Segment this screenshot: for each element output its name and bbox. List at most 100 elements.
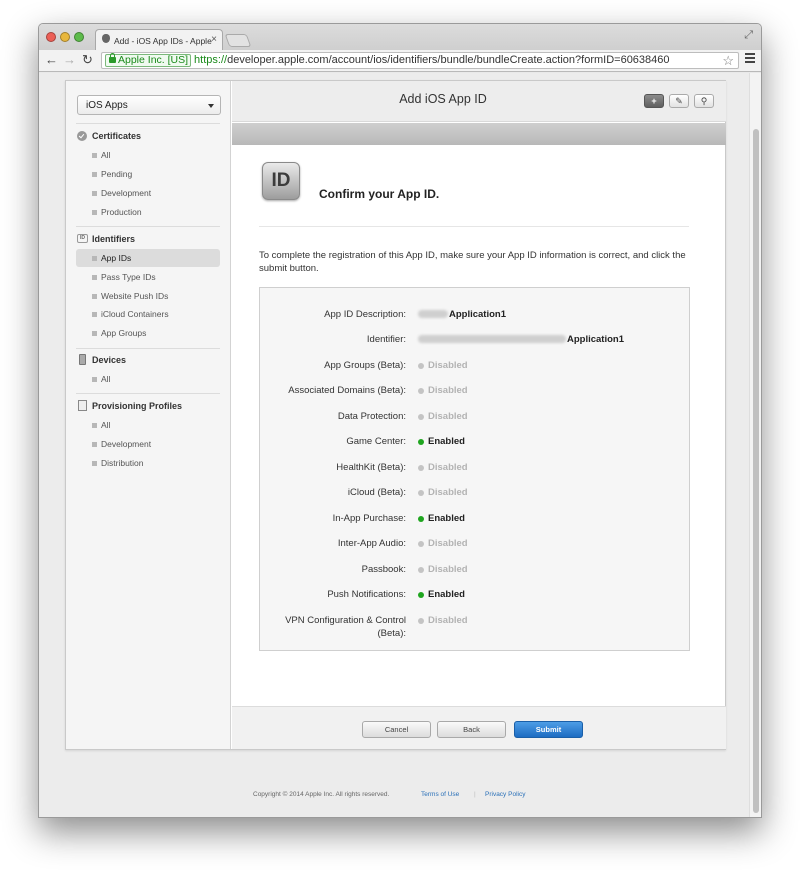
sidebar-header-devices: Devices [77, 354, 126, 366]
edit-button[interactable]: ✎ [669, 94, 689, 108]
url-text: developer.apple.com/account/ios/identifi… [227, 54, 670, 66]
page-viewport: iOS Apps Certificates All Pending Develo… [39, 73, 761, 817]
bullet-icon [92, 153, 97, 158]
description-value: Application1 [418, 309, 506, 320]
service-label-associated-domains: Associated Domains (Beta): [288, 385, 406, 396]
service-status-vpn: Disabled [418, 615, 468, 626]
sidebar-item-profiles-development[interactable]: Development [76, 435, 220, 453]
divider [259, 226, 689, 227]
submit-button[interactable]: Submit [514, 721, 583, 738]
service-status-in-app-purchase: Enabled [418, 513, 465, 524]
back-button[interactable]: Back [437, 721, 506, 738]
back-arrow-icon[interactable]: ← [45, 52, 58, 68]
description-label: App ID Description: [324, 309, 406, 320]
instructions-text: To complete the registration of this App… [259, 250, 686, 274]
minimize-window-icon[interactable] [60, 32, 70, 42]
reload-icon[interactable]: ↻ [82, 52, 93, 68]
pencil-icon: ✎ [675, 96, 683, 106]
status-dot-icon [418, 618, 424, 624]
privacy-policy-link[interactable]: Privacy Policy [485, 791, 525, 798]
lock-icon [109, 53, 116, 63]
sidebar-item-website-push-ids[interactable]: Website Push IDs [76, 287, 220, 305]
service-status-game-center: Enabled [418, 436, 465, 447]
service-status-app-groups: Disabled [418, 360, 468, 371]
sidebar: iOS Apps Certificates All Pending Develo… [66, 81, 231, 749]
sidebar-item-certificates-all[interactable]: All [76, 146, 220, 164]
service-label-icloud: iCloud (Beta): [347, 487, 406, 498]
browser-tab[interactable]: Add - iOS App IDs - Apple × [95, 29, 223, 51]
app-id-details-panel: App ID Description: Application1 Identif… [259, 287, 690, 651]
vertical-scrollbar[interactable] [749, 73, 761, 817]
terms-of-use-link[interactable]: Terms of Use [421, 791, 459, 798]
sidebar-header-provisioning-profiles: Provisioning Profiles [77, 400, 182, 412]
sidebar-divider [76, 123, 220, 124]
service-label-game-center: Game Center: [346, 436, 406, 447]
redacted-text [418, 310, 448, 319]
hamburger-menu-icon[interactable] [745, 53, 755, 63]
status-dot-icon [418, 388, 424, 394]
service-status-associated-domains: Disabled [418, 385, 468, 396]
bullet-icon [92, 331, 97, 336]
action-bar: Cancel Back Submit [232, 706, 726, 749]
bullet-icon [92, 461, 97, 466]
identifier-label: Identifier: [366, 334, 406, 345]
service-label-passbook: Passbook: [361, 564, 406, 575]
service-label-app-groups: App Groups (Beta): [324, 360, 406, 371]
status-dot-icon [418, 567, 424, 573]
footer-separator: | [474, 791, 476, 798]
ev-certificate-badge[interactable]: Apple Inc. [US] [105, 53, 192, 67]
service-status-data-protection: Disabled [418, 411, 468, 422]
ev-label: Apple Inc. [US] [118, 54, 189, 66]
header-band [232, 123, 726, 145]
close-window-icon[interactable] [46, 32, 56, 42]
url-protocol: https:// [194, 54, 228, 66]
sidebar-item-certificates-development[interactable]: Development [76, 184, 220, 202]
service-label-healthkit: HealthKit (Beta): [336, 462, 406, 473]
cancel-button[interactable]: Cancel [362, 721, 431, 738]
tab-close-icon[interactable]: × [211, 34, 217, 45]
status-dot-icon [418, 414, 424, 420]
sidebar-item-app-ids[interactable]: App IDs [76, 249, 220, 267]
search-button[interactable]: ⚲ [694, 94, 714, 108]
new-tab-button[interactable] [224, 34, 252, 47]
platform-select-value: iOS Apps [86, 100, 128, 111]
app-id-badge-icon: ID [262, 162, 300, 200]
sidebar-item-pending[interactable]: Pending [76, 165, 220, 183]
service-label-push-notifications: Push Notifications: [327, 589, 406, 600]
service-status-inter-app-audio: Disabled [418, 538, 468, 549]
tab-strip: Add - iOS App IDs - Apple × ⤢ [39, 24, 761, 51]
sidebar-item-icloud-containers[interactable]: iCloud Containers [76, 305, 220, 323]
browser-window: Add - iOS App IDs - Apple × ⤢ ← → ↻ Appl… [38, 23, 762, 818]
scrollbar-thumb[interactable] [753, 129, 759, 813]
fullscreen-icon[interactable]: ⤢ [744, 29, 753, 42]
document-icon [78, 400, 87, 411]
status-dot-icon [418, 541, 424, 547]
bullet-icon [92, 210, 97, 215]
forward-arrow-icon[interactable]: → [63, 52, 76, 68]
status-dot-icon [418, 516, 424, 522]
status-dot-icon [418, 465, 424, 471]
bullet-icon [92, 191, 97, 196]
sidebar-item-distribution[interactable]: Distribution [76, 454, 220, 472]
add-button[interactable]: + [644, 94, 664, 108]
redacted-text [418, 335, 566, 344]
status-dot-icon [418, 490, 424, 496]
status-dot-icon [418, 363, 424, 369]
sidebar-item-app-groups[interactable]: App Groups [76, 324, 220, 342]
plus-icon: + [651, 96, 657, 106]
sidebar-item-profiles-all[interactable]: All [76, 416, 220, 434]
service-status-passbook: Disabled [418, 564, 468, 575]
platform-select[interactable]: iOS Apps [77, 95, 221, 115]
sidebar-item-devices-all[interactable]: All [76, 370, 220, 388]
bullet-icon [92, 275, 97, 280]
bookmark-star-icon[interactable]: ☆ [722, 53, 734, 68]
sidebar-item-production[interactable]: Production [76, 203, 220, 221]
bullet-icon [92, 423, 97, 428]
service-status-healthkit: Disabled [418, 462, 468, 473]
address-bar[interactable]: Apple Inc. [US] https://developer.apple.c… [101, 52, 739, 69]
tab-title: Add - iOS App IDs - Apple [114, 36, 212, 46]
status-dot-icon [418, 592, 424, 598]
zoom-window-icon[interactable] [74, 32, 84, 42]
bullet-icon [92, 256, 97, 261]
sidebar-item-pass-type-ids[interactable]: Pass Type IDs [76, 268, 220, 286]
